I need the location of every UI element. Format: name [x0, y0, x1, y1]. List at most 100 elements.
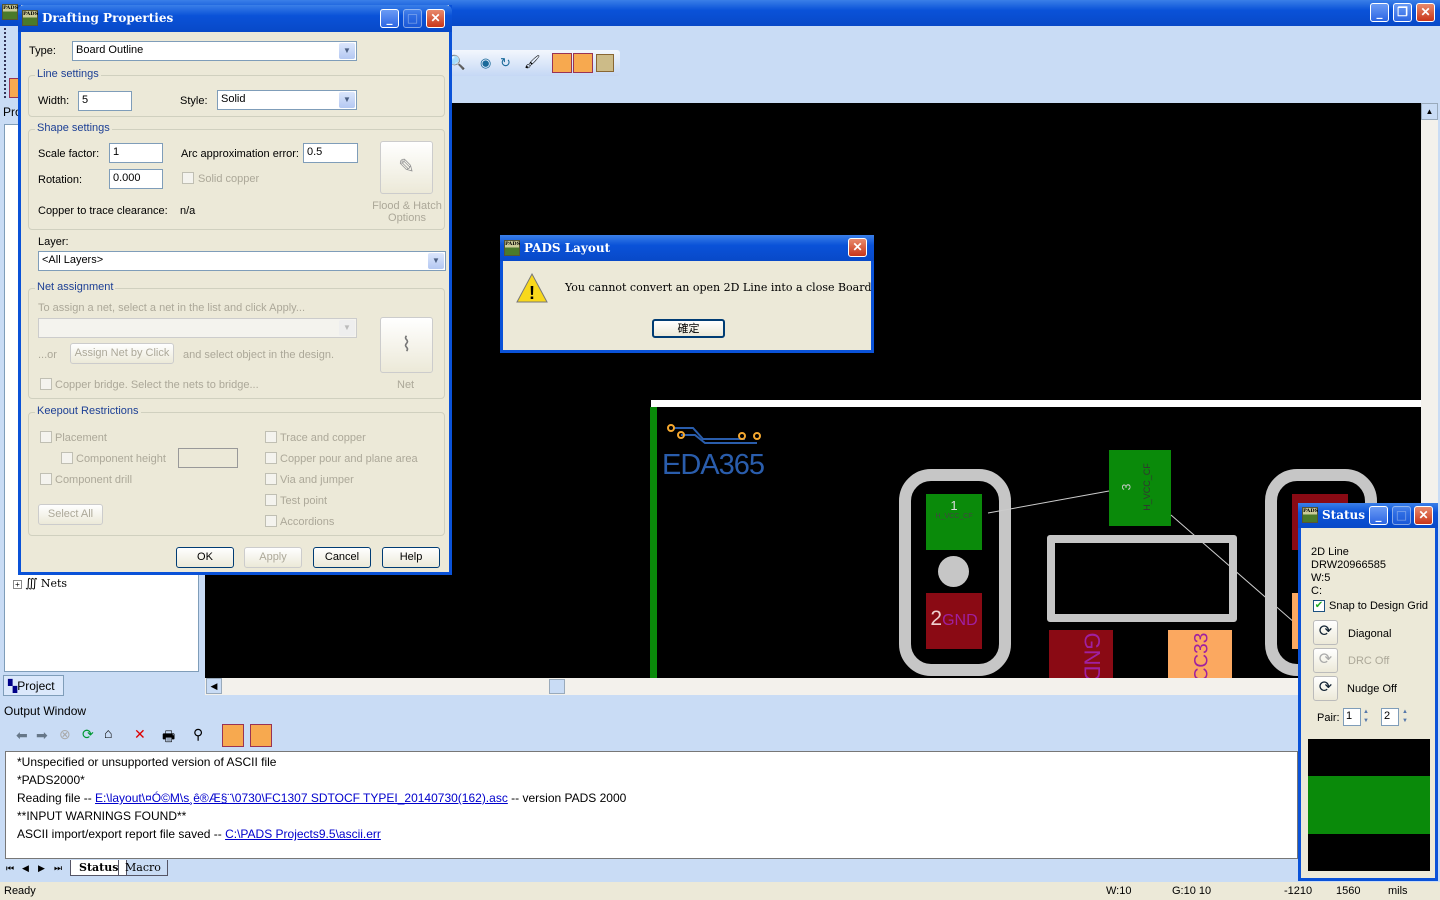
expand-icon[interactable]: + [13, 580, 22, 589]
flood-hatch-button[interactable]: ✎ [380, 141, 433, 194]
test-point-checkbox[interactable] [265, 494, 277, 506]
solid-copper-checkbox[interactable] [182, 172, 194, 184]
toolbar-grip[interactable] [4, 28, 8, 98]
copper-bridge-checkbox[interactable] [40, 378, 52, 390]
pair1-spinner[interactable]: ▲ ▼ [1363, 708, 1369, 726]
log-line: *Unspecified or unsupported version of A… [17, 755, 277, 769]
alert-dialog: PADS PADS Layout ✕ ! You cannot convert … [500, 235, 920, 353]
status-y: 1560 [1336, 885, 1361, 897]
type-label: Type: [29, 45, 56, 57]
component-outline-rect[interactable] [1047, 535, 1237, 622]
nudge-button[interactable]: ⟳ [1313, 676, 1338, 701]
tree-item-nets[interactable]: + ∭ Nets [13, 576, 67, 590]
grid-icon[interactable] [250, 724, 272, 747]
apply-button[interactable]: Apply [244, 547, 302, 568]
trace-copper-checkbox[interactable] [265, 431, 277, 443]
tree-item-label: Nets [40, 577, 68, 590]
snap-checkbox[interactable]: ✔ [1313, 600, 1325, 612]
pair1-input[interactable]: 1 [1343, 708, 1361, 726]
select-all-button[interactable]: Select All [38, 504, 103, 525]
main-minimize-button[interactable]: _ [1370, 3, 1389, 22]
alert-titlebar[interactable]: PADS PADS Layout ✕ [500, 235, 874, 261]
diagonal-button[interactable]: ⟳ [1313, 620, 1338, 645]
net-button[interactable]: ⌇ [380, 317, 433, 373]
prev-tab-icon[interactable]: ◀ [22, 863, 29, 874]
via-jumper-checkbox[interactable] [265, 473, 277, 485]
dialog-minimize-button[interactable]: _ [380, 9, 399, 28]
last-tab-icon[interactable]: ⏭ [54, 863, 62, 874]
layer-label: Layer: [38, 236, 69, 248]
refresh-icon[interactable]: ⟳ [82, 726, 94, 743]
back-icon[interactable]: ⬅ [16, 727, 28, 744]
home-icon[interactable]: ⌂ [104, 725, 112, 741]
arc-input[interactable]: 0.5 [303, 143, 358, 163]
pencil-icon[interactable] [222, 724, 244, 747]
component-height-input[interactable] [178, 448, 238, 468]
type-select[interactable]: Board Outline ▼ [72, 41, 357, 61]
gnd-pad[interactable]: GND [1049, 630, 1113, 678]
layer-select[interactable]: <All Layers> ▼ [38, 251, 446, 271]
accordions-label: Accordions [280, 516, 335, 528]
net-select[interactable]: ▼ [38, 318, 357, 338]
style-select[interactable]: Solid ▼ [217, 90, 357, 110]
find-icon[interactable]: ⚲ [193, 726, 203, 743]
placement-checkbox[interactable] [40, 431, 52, 443]
chevron-down-icon: ▼ [428, 253, 444, 269]
delete-icon[interactable]: ✕ [134, 726, 146, 743]
width-label: Width: [38, 95, 70, 107]
dialog-titlebar[interactable]: PADS Drafting Properties _ □ ✕ [18, 5, 452, 32]
report-link[interactable]: C:\PADS Projects9.5\ascii.err [225, 827, 381, 841]
pair2-spinner[interactable]: ▲ ▼ [1402, 708, 1408, 726]
cc33-pad[interactable]: CC33 [1168, 630, 1232, 678]
test-point-label: Test point [280, 495, 328, 507]
ok-button[interactable]: OK [176, 547, 234, 568]
status-minimize-button[interactable]: _ [1369, 506, 1388, 525]
component-height-checkbox[interactable] [61, 452, 73, 464]
rotation-input[interactable]: 0.000 [109, 169, 163, 189]
stop-icon[interactable]: ⊗ [59, 726, 71, 743]
accordions-checkbox[interactable] [265, 515, 277, 527]
file-link[interactable]: E:\layout\¤Ó©M\s¸ê®Æ§¨\0730\FC1307 SDTOC… [95, 791, 508, 805]
scroll-up-arrow[interactable]: ▲ [1421, 103, 1438, 120]
redraw-icon[interactable]: ↻ [500, 55, 511, 71]
component-drill-checkbox[interactable] [40, 473, 52, 485]
tab-project[interactable]: ▚Project [3, 675, 64, 696]
first-tab-icon[interactable]: ⏮ [6, 863, 14, 874]
chevron-down-icon: ▼ [339, 92, 355, 108]
status-maximize-button[interactable]: □ [1392, 506, 1411, 525]
scale-input[interactable]: 1 [109, 143, 163, 163]
select-mode-icon[interactable] [552, 53, 572, 73]
pads-router-icon[interactable] [596, 54, 614, 72]
view-icon[interactable]: ◉ [480, 55, 491, 71]
output-log[interactable]: *Unspecified or unsupported version of A… [5, 751, 1298, 859]
dialog-close-button[interactable]: ✕ [426, 9, 445, 28]
main-close-button[interactable]: ✕ [1416, 3, 1435, 22]
drc-button[interactable]: ⟳ [1313, 648, 1338, 673]
or-label: ...or [38, 349, 57, 361]
alert-close-button[interactable]: ✕ [848, 238, 867, 257]
clearance-label: Copper to trace clearance: [38, 205, 168, 217]
next-tab-icon[interactable]: ▶ [38, 863, 45, 874]
tab-macro[interactable]: Macro [118, 860, 168, 876]
pair2-input[interactable]: 2 [1381, 708, 1399, 726]
layout-icon[interactable] [573, 53, 593, 73]
scroll-left-arrow[interactable]: ◀ [206, 678, 222, 694]
scroll-thumb[interactable] [549, 679, 565, 694]
width-input[interactable]: 5 [78, 91, 132, 111]
alert-ok-button[interactable]: 確定 [652, 319, 725, 338]
dialog-maximize-button[interactable]: □ [403, 9, 422, 28]
help-button[interactable]: Help [382, 547, 440, 568]
horizontal-scrollbar[interactable]: ◀ [205, 678, 1298, 695]
forward-icon[interactable]: ➡ [36, 727, 48, 744]
log-line: *PADS2000* [17, 773, 85, 787]
net-hint: To assign a net, select a net in the lis… [38, 302, 305, 314]
status-close-button[interactable]: ✕ [1414, 506, 1433, 525]
copper-pour-checkbox[interactable] [265, 452, 277, 464]
assign-net-by-click-button[interactable]: Assign Net by Click [70, 343, 174, 364]
print-icon[interactable]: 🖶 [162, 726, 175, 750]
main-restore-button[interactable]: ❐ [1393, 3, 1412, 22]
cancel-button[interactable]: Cancel [313, 547, 371, 568]
status-titlebar[interactable]: PADS Status _ □ ✕ [1298, 503, 1438, 528]
brush-icon[interactable]: 🖌 [524, 54, 541, 70]
nudge-label: Nudge Off [1347, 683, 1397, 695]
